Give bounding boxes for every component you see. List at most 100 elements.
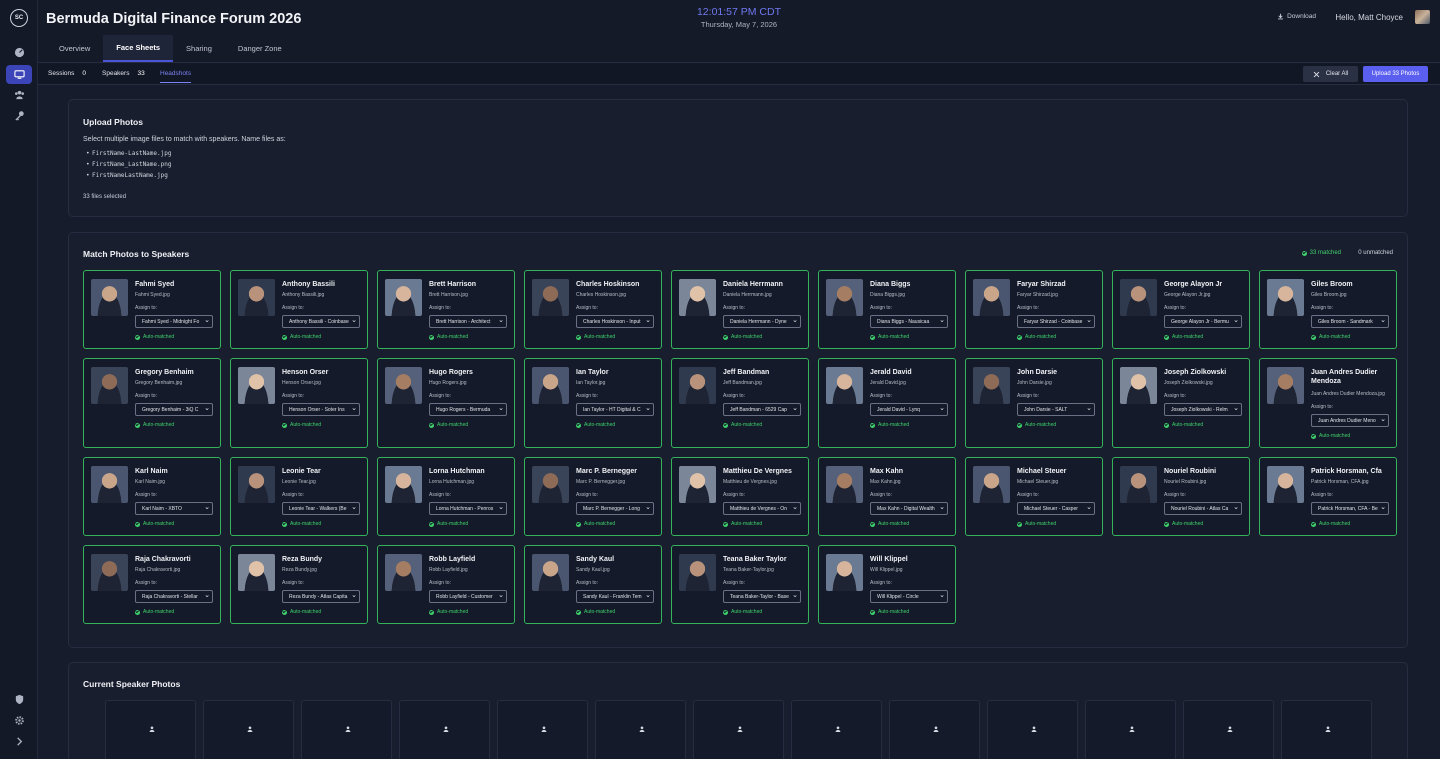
tab-danger-zone[interactable]: Danger Zone — [225, 35, 295, 62]
photo-filename: Raja Chakravorti.jpg — [135, 567, 181, 573]
assign-select[interactable]: Brett Harrison - Architect — [429, 315, 507, 328]
clear-all-button[interactable]: Clear All — [1303, 66, 1358, 82]
photo-slot[interactable] — [1183, 700, 1274, 759]
assign-select[interactable]: Henson Orser - Soter Ins — [282, 403, 360, 416]
assign-select[interactable]: Reza Bundy - Atlas Capita — [282, 590, 360, 603]
photo-slot[interactable] — [889, 700, 980, 759]
photo-slot[interactable] — [399, 700, 490, 759]
status-text: Auto-matched — [731, 521, 763, 527]
assign-select[interactable]: Fahmi Syed - Midnight Fo — [135, 315, 213, 328]
photo-slot[interactable] — [1281, 700, 1372, 759]
assign-select[interactable]: Jeff Bandman - 6529 Cap — [723, 403, 801, 416]
expand-chevron-icon[interactable] — [6, 732, 32, 751]
photo-slot[interactable] — [105, 700, 196, 759]
assign-select[interactable]: Daniela Herrmann - Dyne — [723, 315, 801, 328]
speaker-name: Sandy Kaul — [576, 556, 615, 563]
subtab-sessions[interactable]: Sessions 0 — [48, 70, 86, 77]
assign-select[interactable]: Sandy Kaul - Franklin Tem — [576, 590, 654, 603]
assign-label: Assign to: — [870, 580, 892, 586]
photo-slot[interactable] — [301, 700, 392, 759]
auto-matched-status: Auto-matched — [723, 334, 762, 340]
assign-label: Assign to: — [870, 393, 892, 399]
assign-select[interactable]: Teana Baker-Taylor - Base — [723, 590, 801, 603]
assign-select[interactable]: Max Kahn - Digital Wealth — [870, 502, 948, 515]
format-item: FirstName-LastName.jpg — [86, 150, 172, 161]
speaker-name: Juan Andres Dudier Mendoza — [1311, 369, 1378, 385]
gear-icon[interactable] — [6, 711, 32, 730]
download-button[interactable]: Download — [1277, 13, 1316, 20]
download-label: Download — [1287, 13, 1316, 20]
speaker-photo — [238, 367, 275, 404]
assign-label: Assign to: — [576, 492, 598, 498]
assign-select[interactable]: Raja Chakravorti - Stellar — [135, 590, 213, 603]
check-circle-icon — [1164, 422, 1169, 428]
dashboard-icon[interactable] — [6, 43, 32, 62]
person-icon — [1325, 726, 1331, 732]
assign-select[interactable]: Giles Broom - Sandmark — [1311, 315, 1389, 328]
tab-overview[interactable]: Overview — [46, 35, 103, 62]
assign-select[interactable]: Ian Taylor - HT Digital & C — [576, 403, 654, 416]
photo-slot[interactable] — [791, 700, 882, 759]
status-text: Auto-matched — [437, 609, 469, 615]
photo-slot[interactable] — [1085, 700, 1176, 759]
assign-select[interactable]: Faryar Shirzad - Coinbase — [1017, 315, 1095, 328]
photo-slot[interactable] — [595, 700, 686, 759]
assign-select[interactable]: Jerald David - Lynq — [870, 403, 948, 416]
user-greeting[interactable]: Hello, Matt Choyce — [1335, 13, 1403, 22]
format-item: FirstName_LastName.png — [86, 161, 172, 172]
speaker-card: George Alayon Jr George Alayon Jr.jpg Assi… — [1112, 270, 1250, 349]
subtab-headshots[interactable]: Headshots — [160, 70, 192, 83]
assign-select[interactable]: Gregory Benhaim - 3iQ C — [135, 403, 213, 416]
photo-filename: Jeff Bandman.jpg — [723, 380, 762, 386]
speaker-card: Max Kahn Max Kahn.jpg Assign to: Max Kahn -… — [818, 457, 956, 536]
speaker-name: Lorna Hutchman — [429, 468, 485, 475]
check-circle-icon — [429, 422, 434, 428]
photo-slot[interactable] — [497, 700, 588, 759]
photo-slot[interactable] — [693, 700, 784, 759]
matched-text: 33 matched — [1309, 250, 1341, 256]
photo-filename: Charles Hoskinson.jpg — [576, 292, 627, 298]
assign-select[interactable]: Karl Naim - XBTO — [135, 502, 213, 515]
speaker-photo — [532, 466, 569, 503]
avatar[interactable] — [1415, 10, 1430, 24]
speaker-photo — [238, 279, 275, 316]
assign-select[interactable]: Michael Steuer - Casper — [1017, 502, 1095, 515]
match-panel-title: Match Photos to Speakers — [83, 249, 190, 259]
person-icon — [247, 726, 253, 732]
assign-select[interactable]: Robb Layfield - Customer — [429, 590, 507, 603]
monitor-icon[interactable] — [6, 65, 32, 84]
assign-select[interactable]: Marc P. Bernegger - Long — [576, 502, 654, 515]
assign-select[interactable]: Matthieu de Vergnes - On — [723, 502, 801, 515]
subtab-speakers[interactable]: Speakers 33 — [102, 70, 145, 77]
key-icon[interactable] — [6, 106, 32, 125]
shield-icon[interactable] — [6, 690, 32, 709]
assign-select[interactable]: Hugo Rogers - Bermuda — [429, 403, 507, 416]
assign-select[interactable]: Nouriel Roubini - Atlas Ca — [1164, 502, 1242, 515]
speaker-card: John Darsie John Darsie.jpg Assign to: John… — [965, 358, 1103, 448]
photo-slot[interactable] — [987, 700, 1078, 759]
assign-select[interactable]: Charles Hoskinson - Input — [576, 315, 654, 328]
app-logo[interactable]: SC — [10, 9, 28, 27]
speaker-card: Joseph Ziolkowski Joseph Ziolkowski.jpg As… — [1112, 358, 1250, 448]
tab-sharing[interactable]: Sharing — [173, 35, 225, 62]
assign-select[interactable]: Leonie Tear - Walkers (Be — [282, 502, 360, 515]
assign-select[interactable]: Anthony Bassili - Coinbase — [282, 315, 360, 328]
photo-slot[interactable] — [203, 700, 294, 759]
upload-photos-button[interactable]: Upload 33 Photos — [1363, 66, 1428, 82]
assign-select[interactable]: Joseph Ziolkowski - Relm — [1164, 403, 1242, 416]
assign-select[interactable]: Will Klippel - Circle — [870, 590, 948, 603]
clear-all-label: Clear All — [1325, 71, 1349, 77]
assign-select[interactable]: John Darsie - SALT — [1017, 403, 1095, 416]
tab-face-sheets[interactable]: Face Sheets — [103, 35, 174, 62]
assign-select[interactable]: Lorna Hutchman - Penros — [429, 502, 507, 515]
person-icon — [443, 726, 449, 732]
format-item: FirstNameLastName.jpg — [86, 172, 171, 183]
speaker-card: Robb Layfield Robb Layfield.jpg Assign to:… — [377, 545, 515, 624]
person-icon — [1031, 726, 1037, 732]
assign-select[interactable]: Patrick Horsman, CFA - Be — [1311, 502, 1389, 515]
assign-select[interactable]: Diana Biggs - Nausicaa — [870, 315, 948, 328]
speaker-name: Max Kahn — [870, 468, 904, 475]
assign-select[interactable]: George Alayon Jr - Bermu — [1164, 315, 1242, 328]
assign-select[interactable]: Juan Andres Dudier Meno — [1311, 414, 1389, 427]
users-icon[interactable] — [6, 85, 32, 104]
